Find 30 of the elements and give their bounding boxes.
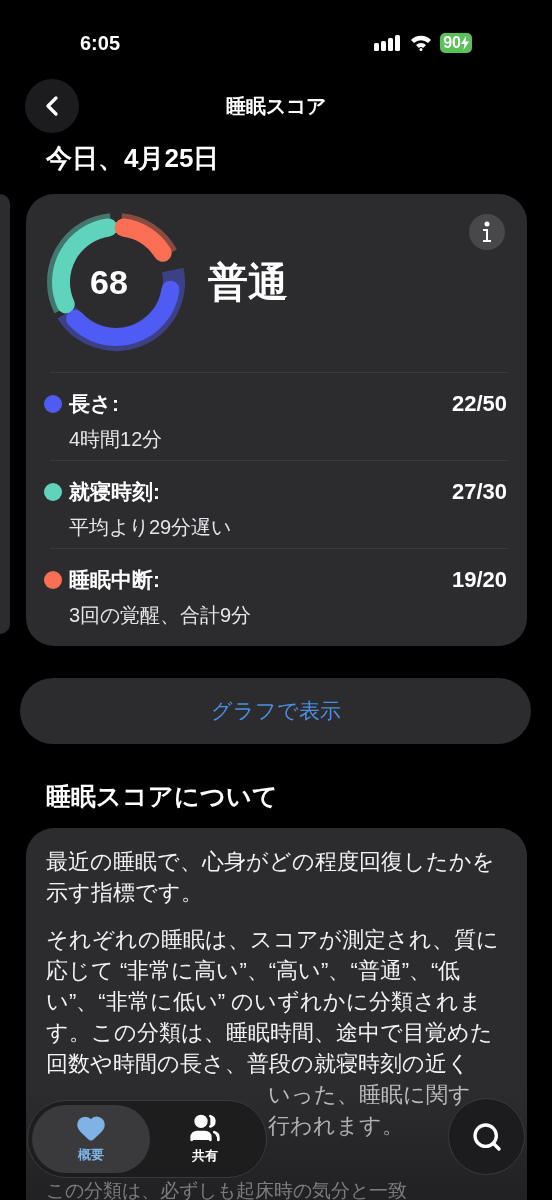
search-icon bbox=[470, 1120, 503, 1153]
info-icon bbox=[482, 221, 492, 243]
paragraph-line: 行われます。 bbox=[268, 1112, 404, 1140]
about-paragraph: 最近の睡眠で、心身がどの程度回復したかを示す指標です。 bbox=[46, 848, 496, 907]
metric-detail: 3回の覚醒、合計9分 bbox=[69, 603, 252, 628]
metric-label: 睡眠中断: bbox=[69, 566, 160, 593]
metric-label: 就寝時刻: bbox=[69, 478, 160, 505]
tab-item[interactable]: 共有 bbox=[150, 1105, 260, 1173]
back-button[interactable] bbox=[25, 79, 79, 133]
metric-points: 19/20 bbox=[451, 566, 507, 594]
wifi-icon bbox=[410, 35, 433, 51]
metric-points: 22/50 bbox=[451, 390, 507, 418]
battery-indicator: 90 bbox=[440, 33, 472, 53]
graph-button[interactable]: グラフで表示 bbox=[20, 678, 531, 744]
about-heading: 睡眠スコアについて bbox=[45, 781, 279, 812]
screen-title: 睡眠スコア bbox=[226, 94, 326, 119]
paragraph-line: いった、睡眠に関す bbox=[268, 1081, 471, 1109]
metric-points: 27/30 bbox=[451, 478, 507, 506]
metric-detail: 平均より29分遅い bbox=[69, 515, 232, 540]
metric-label: 長さ: bbox=[69, 390, 119, 417]
about-paragraph: それぞれの睡眠は、スコアが測定され、質に応じて “非常に高い”、“高い”、“普通”、“低い”、“非常に低い” のいずれかに分類されます。この分類は、睡眠時間、途中で目覚めた回数や時間の長さ、普段の就寝時刻の近く bbox=[46, 926, 500, 1078]
charging-bolt-icon bbox=[461, 36, 469, 50]
status-time: 6:05 bbox=[80, 31, 121, 56]
date-heading: 今日、4月25日 bbox=[45, 142, 221, 175]
info-button[interactable] bbox=[469, 214, 505, 250]
metric-detail: 4時間12分 bbox=[69, 427, 163, 452]
tab-item[interactable]: 概要 bbox=[32, 1105, 150, 1173]
signal-icon bbox=[374, 35, 403, 51]
score-value: 68 bbox=[90, 262, 128, 303]
score-rating: 普通 bbox=[208, 259, 288, 306]
